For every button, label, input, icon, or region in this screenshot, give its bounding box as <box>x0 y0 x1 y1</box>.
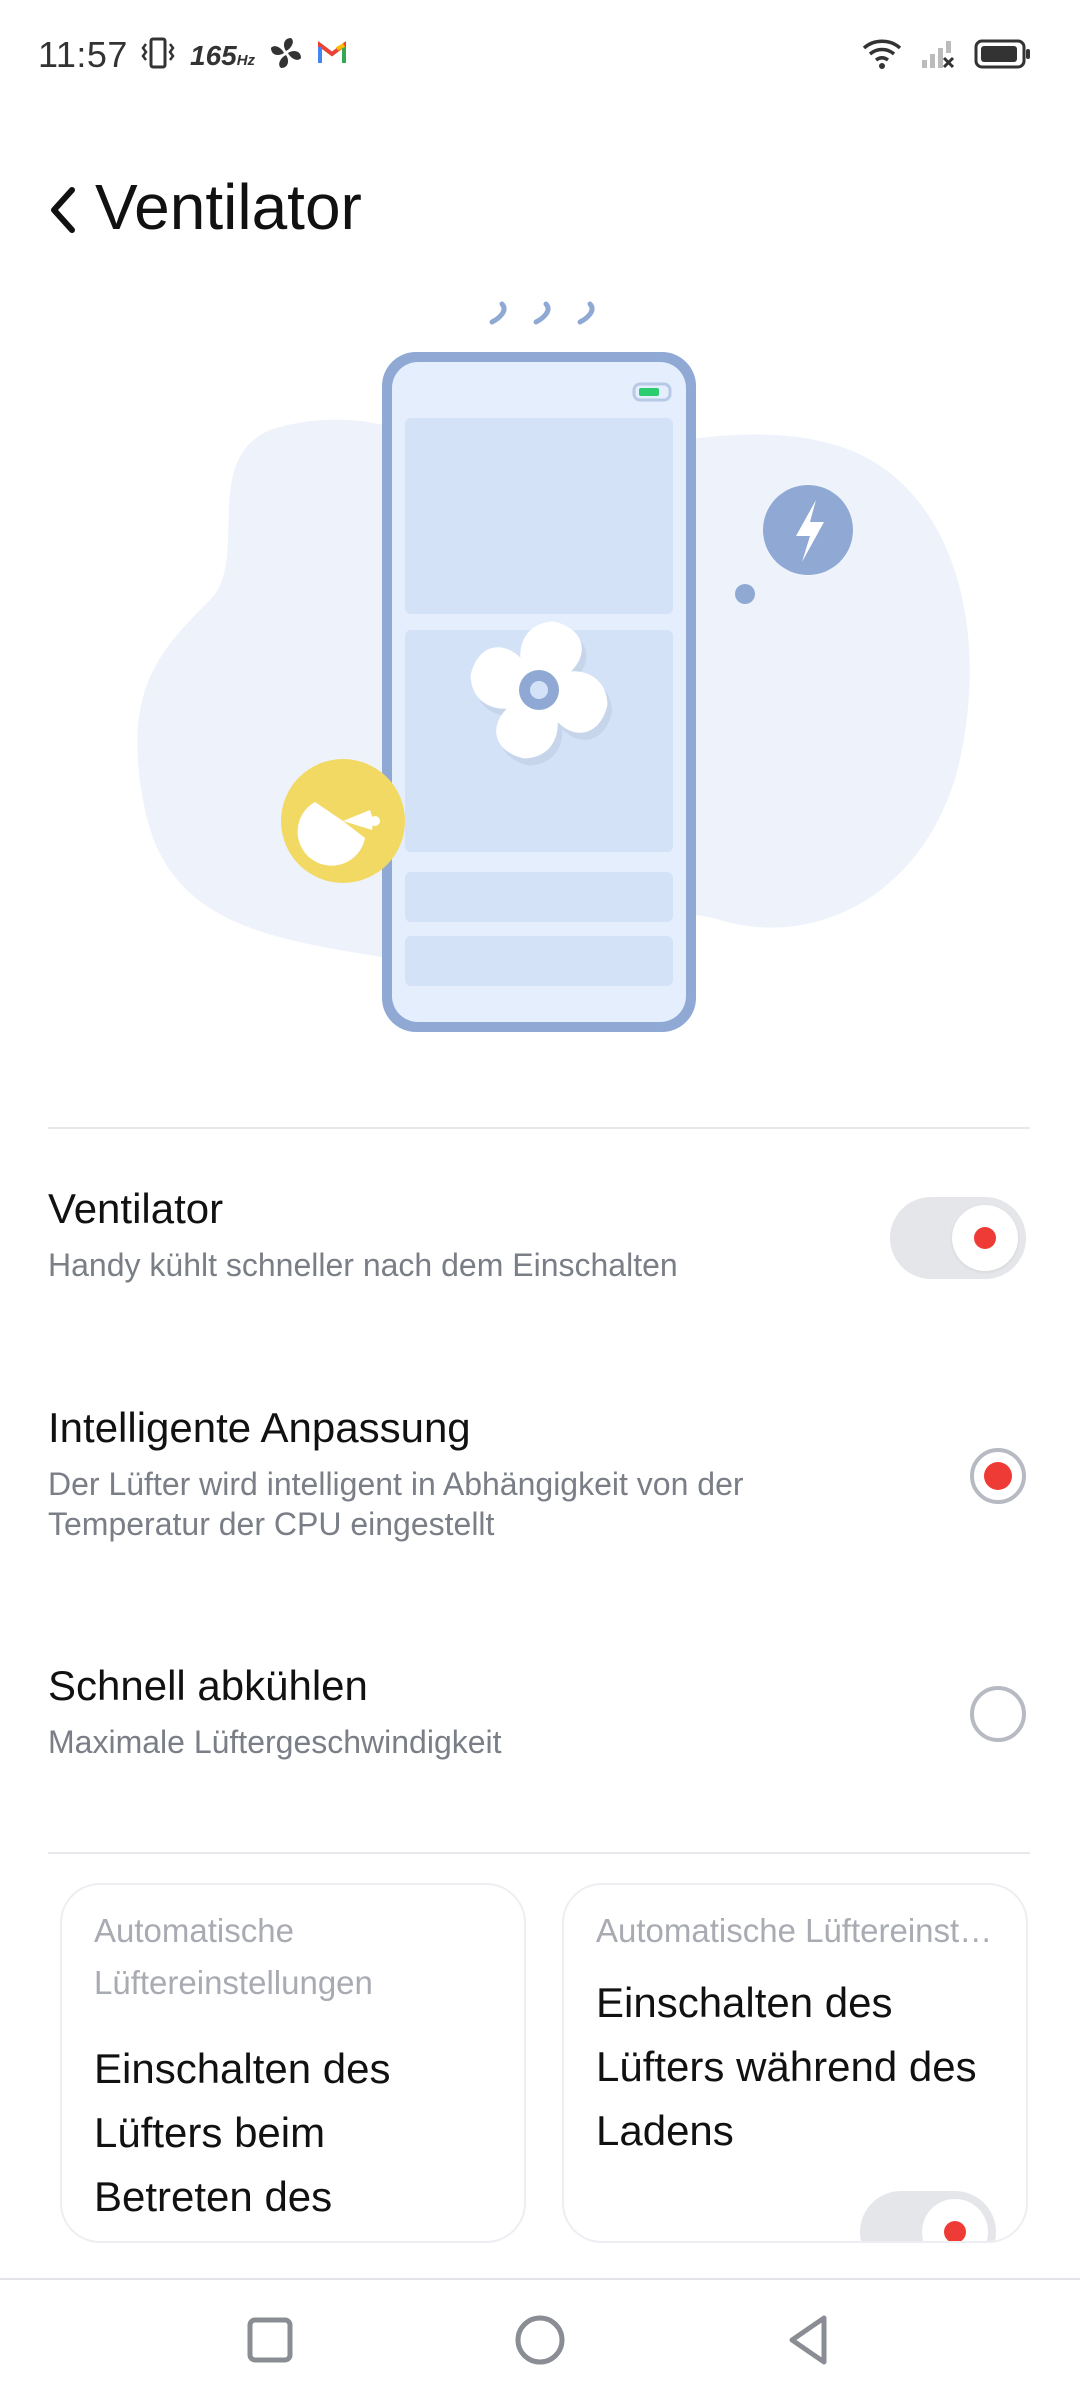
battery-icon <box>974 39 1032 74</box>
status-time: 11:57 <box>38 34 128 75</box>
smart-mode-radio[interactable] <box>970 1448 1026 1504</box>
card-label: Automatische Lüftereinstellungen <box>596 1912 996 1949</box>
no-signal-icon <box>920 38 956 75</box>
fast-cool-title: Schnell abkühlen <box>48 1662 368 1709</box>
divider-top <box>48 1127 1030 1129</box>
status-right-icons <box>862 38 1032 75</box>
recents-square-icon <box>247 2317 293 2363</box>
fan-setting-row[interactable]: Ventilator Handy kühlt schneller nach de… <box>48 1183 1032 1285</box>
fast-cool-description: Maximale Lüftergeschwindigkeit <box>48 1724 502 1760</box>
fast-cool-radio[interactable] <box>970 1686 1026 1742</box>
back-nav-button[interactable] <box>780 2310 840 2370</box>
fan-setting-description: Handy kühlt schneller nach dem Einschalt… <box>48 1247 678 1283</box>
navigation-bar <box>0 2278 1080 2402</box>
home-circle-icon <box>515 2315 565 2365</box>
fan-illustration <box>0 290 1080 1050</box>
fan-icon <box>269 36 303 75</box>
toggle-knob <box>952 1205 1018 1271</box>
vibrate-icon <box>140 36 176 75</box>
home-button[interactable] <box>510 2310 570 2370</box>
wifi-icon <box>862 38 902 75</box>
divider-bottom <box>48 1852 1030 1854</box>
gmail-icon <box>317 41 347 70</box>
card-title: Einschalten des Lüfters beim Betreten de… <box>94 2045 391 2241</box>
radio-selected-dot <box>984 1462 1012 1490</box>
card-label: Automatische Lüftereinstellungen <box>94 1912 373 2001</box>
card-game-space[interactable]: Automatische Lüftereinstellungen Einscha… <box>60 1883 526 2243</box>
fan-setting-title: Ventilator <box>48 1185 224 1232</box>
page-title: Ventilator <box>95 171 362 243</box>
chevron-left-icon <box>51 187 75 233</box>
card-charging[interactable]: Automatische Lüftereinstellungen Einscha… <box>562 1883 1028 2243</box>
back-button[interactable] <box>40 180 90 240</box>
toggle-dot <box>944 2221 966 2241</box>
fast-cool-row[interactable]: Schnell abkühlen Maximale Lüftergeschwin… <box>48 1660 1032 1762</box>
smart-mode-description: Der Lüfter wird intelligent in Abhängigk… <box>48 1466 744 1542</box>
status-left-icons: 165Hz <box>140 36 347 75</box>
refresh-rate: 165Hz <box>190 39 256 71</box>
fan-toggle[interactable] <box>890 1197 1026 1279</box>
app-header: Ventilator <box>0 160 1080 260</box>
toggle-dot <box>974 1227 996 1249</box>
back-triangle-icon <box>789 2315 827 2365</box>
card-title: Einschalten des Lüfters während des Lade… <box>596 1979 977 2154</box>
smart-mode-title: Intelligente Anpassung <box>48 1404 471 1451</box>
recents-button[interactable] <box>240 2310 300 2370</box>
auto-fan-cards: Automatische Lüftereinstellungen Einscha… <box>0 1880 1080 2250</box>
status-bar: 11:57 165Hz <box>0 0 1080 110</box>
smart-mode-row[interactable]: Intelligente Anpassung Der Lüfter wird i… <box>48 1402 1032 1544</box>
charging-fan-toggle[interactable] <box>860 2191 996 2241</box>
toggle-knob <box>922 2199 988 2241</box>
